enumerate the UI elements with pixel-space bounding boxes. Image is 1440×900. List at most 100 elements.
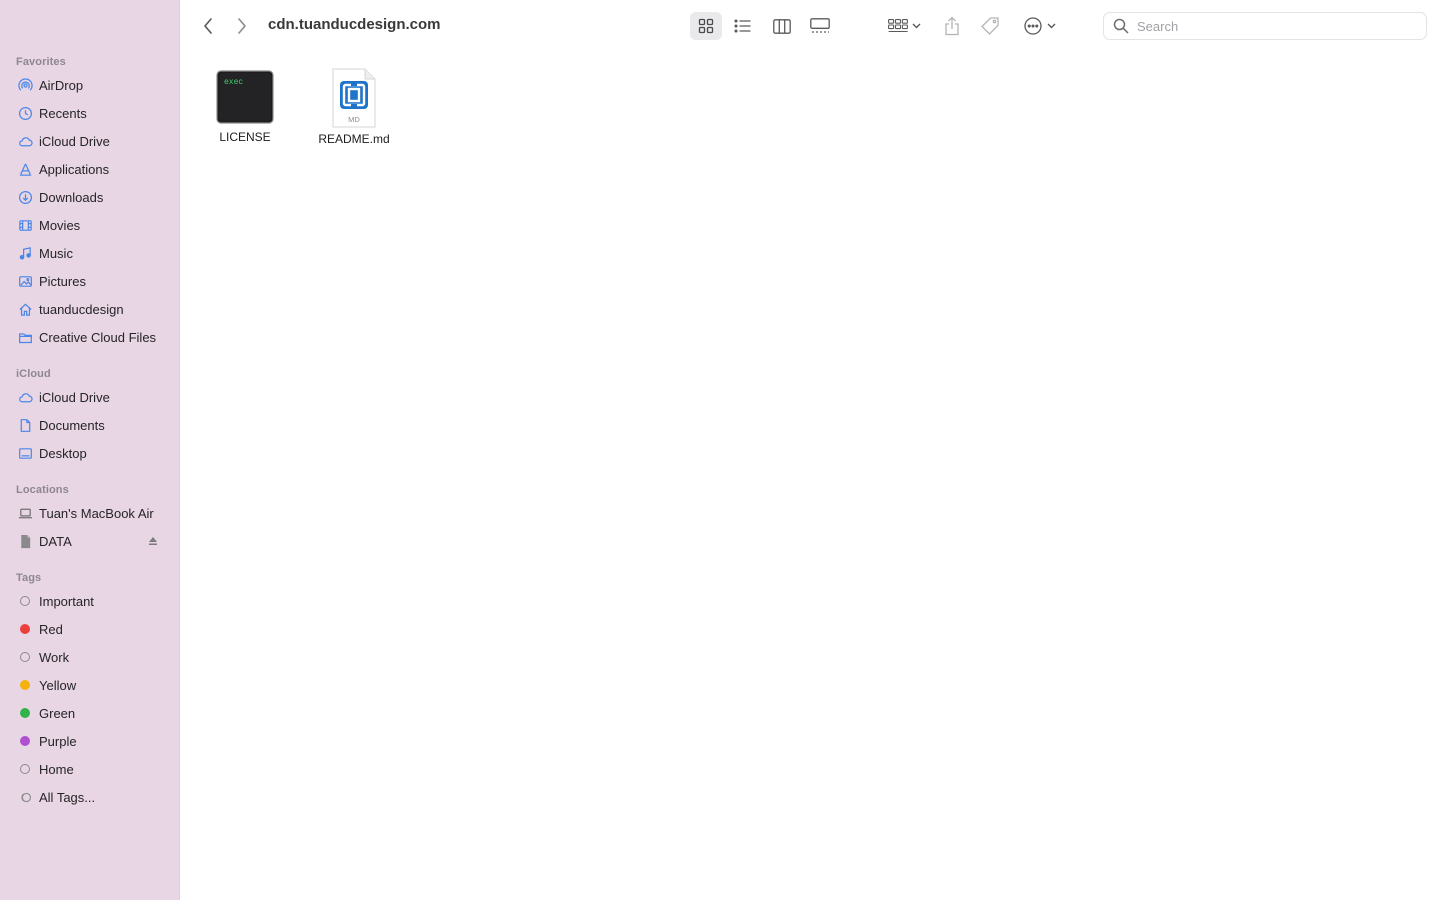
all-tags-icon bbox=[17, 789, 33, 805]
file-item-license[interactable]: exec LICENSE bbox=[190, 70, 300, 144]
file-item-readme[interactable]: MD README.md bbox=[299, 68, 409, 146]
list-icon bbox=[734, 19, 751, 33]
sidebar-section-tags: Tags bbox=[16, 572, 42, 584]
sidebar-tag-home[interactable]: Home bbox=[8, 756, 172, 782]
group-by-button[interactable] bbox=[884, 12, 924, 40]
group-icon bbox=[887, 19, 908, 33]
tag-empty-dot-icon bbox=[20, 764, 30, 774]
music-note-icon bbox=[17, 245, 33, 261]
sidebar-item-icloud-drive-2[interactable]: iCloud Drive bbox=[8, 384, 172, 410]
photo-icon bbox=[17, 273, 33, 289]
sidebar-item-label: Movies bbox=[39, 217, 81, 233]
folder-icon bbox=[17, 329, 33, 345]
terminal-exec-icon: exec bbox=[216, 70, 274, 124]
desktop-icon bbox=[17, 445, 33, 461]
sidebar-item-data-drive[interactable]: DATA bbox=[8, 528, 172, 554]
eject-icon[interactable] bbox=[148, 535, 158, 547]
airdrop-icon bbox=[17, 77, 33, 93]
sidebar-item-label: Music bbox=[39, 245, 73, 261]
home-icon bbox=[17, 301, 33, 317]
sidebar-tag-work[interactable]: Work bbox=[8, 644, 172, 670]
search-icon bbox=[1113, 18, 1129, 34]
green-dot-icon bbox=[20, 708, 30, 718]
sidebar-item-label: Applications bbox=[39, 161, 110, 177]
sidebar-item-pictures[interactable]: Pictures bbox=[8, 268, 172, 294]
purple-dot-icon bbox=[20, 736, 30, 746]
list-view-button[interactable] bbox=[728, 12, 758, 40]
red-dot-icon bbox=[20, 624, 30, 634]
chevron-down-icon bbox=[1047, 23, 1055, 29]
ellipsis-circle-icon bbox=[1023, 17, 1042, 35]
sidebar-item-label: Tuan's MacBook Air bbox=[39, 505, 154, 521]
grid-icon bbox=[698, 18, 714, 34]
sidebar-item-label: Documents bbox=[39, 417, 105, 433]
sidebar-item-label: Important bbox=[39, 593, 94, 609]
columns-icon bbox=[773, 18, 791, 34]
chevron-down-icon bbox=[912, 23, 920, 29]
sidebar-item-recents[interactable]: Recents bbox=[8, 100, 172, 126]
sidebar-item-label: Downloads bbox=[39, 189, 104, 205]
sidebar-tag-green[interactable]: Green bbox=[8, 700, 172, 726]
icon-view-button[interactable] bbox=[690, 12, 722, 40]
sidebar-item-label: Work bbox=[39, 649, 70, 665]
sidebar-item-label: Yellow bbox=[39, 677, 77, 693]
forward-button[interactable] bbox=[232, 14, 252, 38]
sidebar-item-label: Green bbox=[39, 705, 76, 721]
sidebar-item-label: Purple bbox=[39, 733, 77, 749]
tag-empty-dot-icon bbox=[20, 596, 30, 606]
sidebar-item-airdrop[interactable]: AirDrop bbox=[8, 72, 172, 98]
sidebar-item-creative-cloud-files[interactable]: Creative Cloud Files bbox=[8, 324, 172, 350]
applications-icon bbox=[17, 161, 33, 177]
markdown-file-icon: MD bbox=[332, 68, 376, 128]
sidebar-section-icloud: iCloud bbox=[16, 368, 51, 380]
back-button[interactable] bbox=[198, 14, 218, 38]
file-name: LICENSE bbox=[219, 130, 271, 144]
drive-icon bbox=[17, 533, 33, 549]
sidebar-item-label: Home bbox=[39, 761, 74, 777]
sidebar-tag-red[interactable]: Red bbox=[8, 616, 172, 642]
sidebar-item-home[interactable]: tuanducdesign bbox=[8, 296, 172, 322]
laptop-icon bbox=[17, 505, 33, 521]
sidebar-item-label: iCloud Drive bbox=[39, 133, 110, 149]
sidebar-item-macbook[interactable]: Tuan's MacBook Air bbox=[8, 500, 172, 526]
sidebar-section-favorites: Favorites bbox=[16, 56, 66, 68]
tags-button[interactable] bbox=[976, 12, 1004, 40]
sidebar-item-documents[interactable]: Documents bbox=[8, 412, 172, 438]
file-badge: MD bbox=[348, 115, 360, 124]
sidebar-tag-yellow[interactable]: Yellow bbox=[8, 672, 172, 698]
sidebar-tag-all-tags[interactable]: All Tags... bbox=[8, 784, 172, 810]
yellow-dot-icon bbox=[20, 680, 30, 690]
sidebar-item-desktop[interactable]: Desktop bbox=[8, 440, 172, 466]
sidebar-item-label: iCloud Drive bbox=[39, 389, 110, 405]
sidebar-item-music[interactable]: Music bbox=[8, 240, 172, 266]
sidebar-item-icloud-drive[interactable]: iCloud Drive bbox=[8, 128, 172, 154]
more-actions-button[interactable] bbox=[1018, 12, 1060, 40]
share-icon bbox=[945, 16, 959, 36]
cloud-icon bbox=[17, 389, 33, 405]
share-button[interactable] bbox=[940, 12, 964, 40]
sidebar-item-label: tuanducdesign bbox=[39, 301, 124, 317]
search-field[interactable] bbox=[1103, 12, 1427, 40]
search-input[interactable] bbox=[1135, 17, 1409, 35]
document-icon bbox=[17, 417, 33, 433]
sidebar-item-label: Recents bbox=[39, 105, 87, 121]
clock-icon bbox=[17, 105, 33, 121]
column-view-button[interactable] bbox=[766, 12, 798, 40]
sidebar-item-downloads[interactable]: Downloads bbox=[8, 184, 172, 210]
file-name: README.md bbox=[318, 132, 390, 146]
sidebar-item-label: All Tags... bbox=[39, 789, 96, 805]
sidebar-item-label: AirDrop bbox=[39, 77, 84, 93]
sidebar: Favorites AirDrop Recents iCloud Drive A… bbox=[0, 0, 180, 900]
tag-empty-dot-icon bbox=[20, 652, 30, 662]
sidebar-item-movies[interactable]: Movies bbox=[8, 212, 172, 238]
sidebar-tag-purple[interactable]: Purple bbox=[8, 728, 172, 754]
sidebar-tag-important[interactable]: Important bbox=[8, 588, 172, 614]
sidebar-item-label: Creative Cloud Files bbox=[39, 329, 157, 345]
download-icon bbox=[17, 189, 33, 205]
gallery-view-button[interactable] bbox=[804, 12, 836, 40]
cloud-icon bbox=[17, 133, 33, 149]
gallery-icon bbox=[810, 18, 830, 33]
sidebar-item-applications[interactable]: Applications bbox=[8, 156, 172, 182]
sidebar-section-locations: Locations bbox=[16, 484, 69, 496]
sidebar-item-label: Red bbox=[39, 621, 63, 637]
